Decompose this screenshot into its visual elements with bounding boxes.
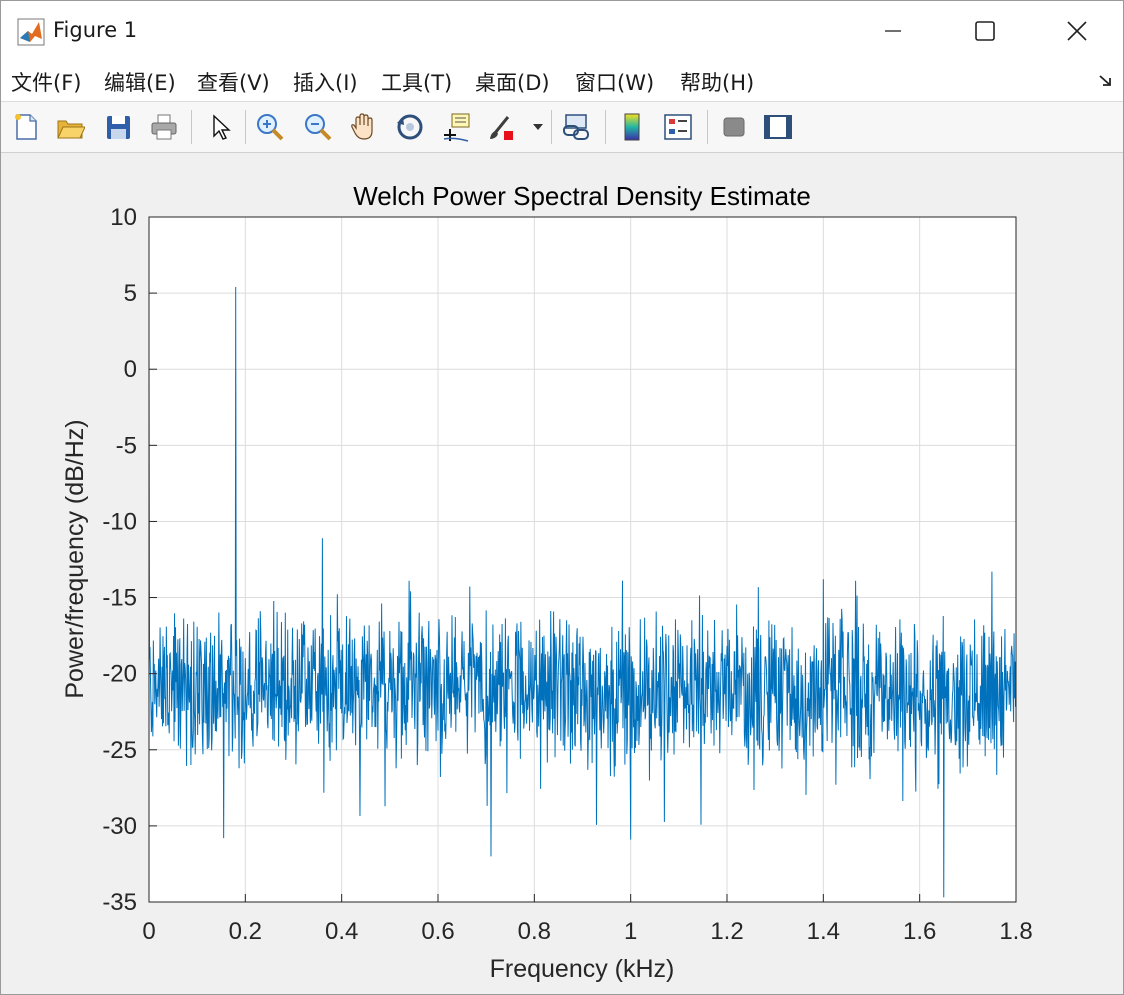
close-icon [1067,21,1087,41]
save-button[interactable] [101,110,135,144]
insert-colorbar-button[interactable] [615,110,649,144]
data-cursor-icon [443,113,470,142]
toolbar-separator [707,110,708,144]
pan-button[interactable] [347,110,381,144]
edit-plot-button[interactable] [203,110,237,144]
x-tick-label: 1 [624,918,637,945]
print-button[interactable] [147,110,181,144]
x-tick-label: 0.8 [518,918,551,945]
x-tick-label: 0 [142,918,155,945]
hide-plot-tools-icon [723,117,745,137]
insert-legend-button[interactable] [661,110,695,144]
y-tick-label: -25 [102,737,137,764]
chart-title: Welch Power Spectral Density Estimate [353,181,811,211]
y-tick-label: -5 [116,432,137,459]
new-figure-icon [15,114,37,140]
x-axis-label: Frequency (kHz) [490,955,675,983]
y-tick-label: 5 [124,280,137,307]
y-tick-label: -35 [102,889,137,916]
open-file-button[interactable] [53,110,87,144]
menu-help[interactable]: 帮助(H) [680,67,754,97]
figure-canvas[interactable]: 0 0.2 0.4 0.6 0.8 1 1.2 1.4 1.6 1.8 10 5 0 -5 -10 -15 -2… [1,153,1123,994]
brush-dropdown-button[interactable] [529,110,547,144]
dock-arrow-icon[interactable] [1097,73,1115,89]
x-tick-label: 1.2 [710,918,743,945]
psd-plot[interactable]: 0 0.2 0.4 0.6 0.8 1 1.2 1.4 1.6 1.8 10 5 0 -5 -10 -15 -2… [1,153,1123,994]
y-tick-label: -15 [102,585,137,612]
print-icon [151,114,177,140]
zoom-out-button[interactable] [301,110,335,144]
new-figure-button[interactable] [9,110,43,144]
colorbar-icon [624,113,640,141]
y-axis-label: Power/frequency (dB/Hz) [61,419,89,698]
edit-plot-pointer-icon [213,114,231,140]
open-file-icon [57,120,85,139]
y-tick-label: -30 [102,813,137,840]
x-tick-label: 0.6 [421,918,454,945]
menu-edit[interactable]: 编辑(E) [104,67,176,97]
data-cursor-button[interactable] [439,110,473,144]
x-tick-label: 1.8 [999,918,1032,945]
x-tick-label: 1.4 [807,918,840,945]
hide-plot-tools-button[interactable] [717,110,751,144]
y-tick-label: -10 [102,508,137,535]
maximize-icon [975,21,995,41]
close-button[interactable] [1031,1,1123,61]
minimize-icon [885,30,901,32]
show-plot-tools-button[interactable] [761,110,795,144]
menu-window[interactable]: 窗口(W) [575,67,654,97]
menu-bar: 文件(F) 编辑(E) 查看(V) 插入(I) 工具(T) 桌面(D) 窗口(W… [1,61,1123,102]
rotate-3d-icon [397,114,423,140]
link-plot-icon [563,114,589,140]
save-icon [107,116,130,139]
y-tick-label: 10 [110,204,137,231]
toolbar-separator [605,110,606,144]
x-tick-label: 0.2 [229,918,262,945]
toolbar-separator [551,110,552,144]
chevron-down-icon [533,124,543,130]
x-tick-label: 1.6 [903,918,936,945]
menu-tools[interactable]: 工具(T) [381,67,452,97]
y-tick-label: -20 [102,661,137,688]
brush-icon [490,116,513,140]
toolbar-separator [245,110,246,144]
zoom-in-button[interactable] [253,110,287,144]
link-plot-button[interactable] [559,110,593,144]
legend-icon [664,114,692,140]
menu-view[interactable]: 查看(V) [197,67,270,97]
rotate-3d-button[interactable] [393,110,427,144]
matlab-logo-icon [17,18,45,46]
axes-background [149,217,1016,902]
minimize-button[interactable] [847,1,939,61]
y-tick-label: 0 [124,356,137,383]
brush-button[interactable] [485,110,519,144]
figure-toolbar [1,102,1123,153]
menu-file[interactable]: 文件(F) [11,67,81,97]
toolbar-separator [191,110,192,144]
figure-window: Figure 1 文件(F) 编辑(E) 查看(V) 插入(I) 工具(T) 桌… [0,0,1124,995]
maximize-button[interactable] [939,1,1031,61]
pan-hand-icon [351,113,373,140]
show-plot-tools-icon [764,115,792,139]
zoom-in-icon [257,114,284,141]
x-tick-label: 0.4 [325,918,358,945]
window-title: Figure 1 [53,18,138,42]
title-bar: Figure 1 [1,1,1123,61]
menu-desktop[interactable]: 桌面(D) [475,67,550,97]
menu-insert[interactable]: 插入(I) [293,67,358,97]
zoom-out-icon [305,114,332,141]
